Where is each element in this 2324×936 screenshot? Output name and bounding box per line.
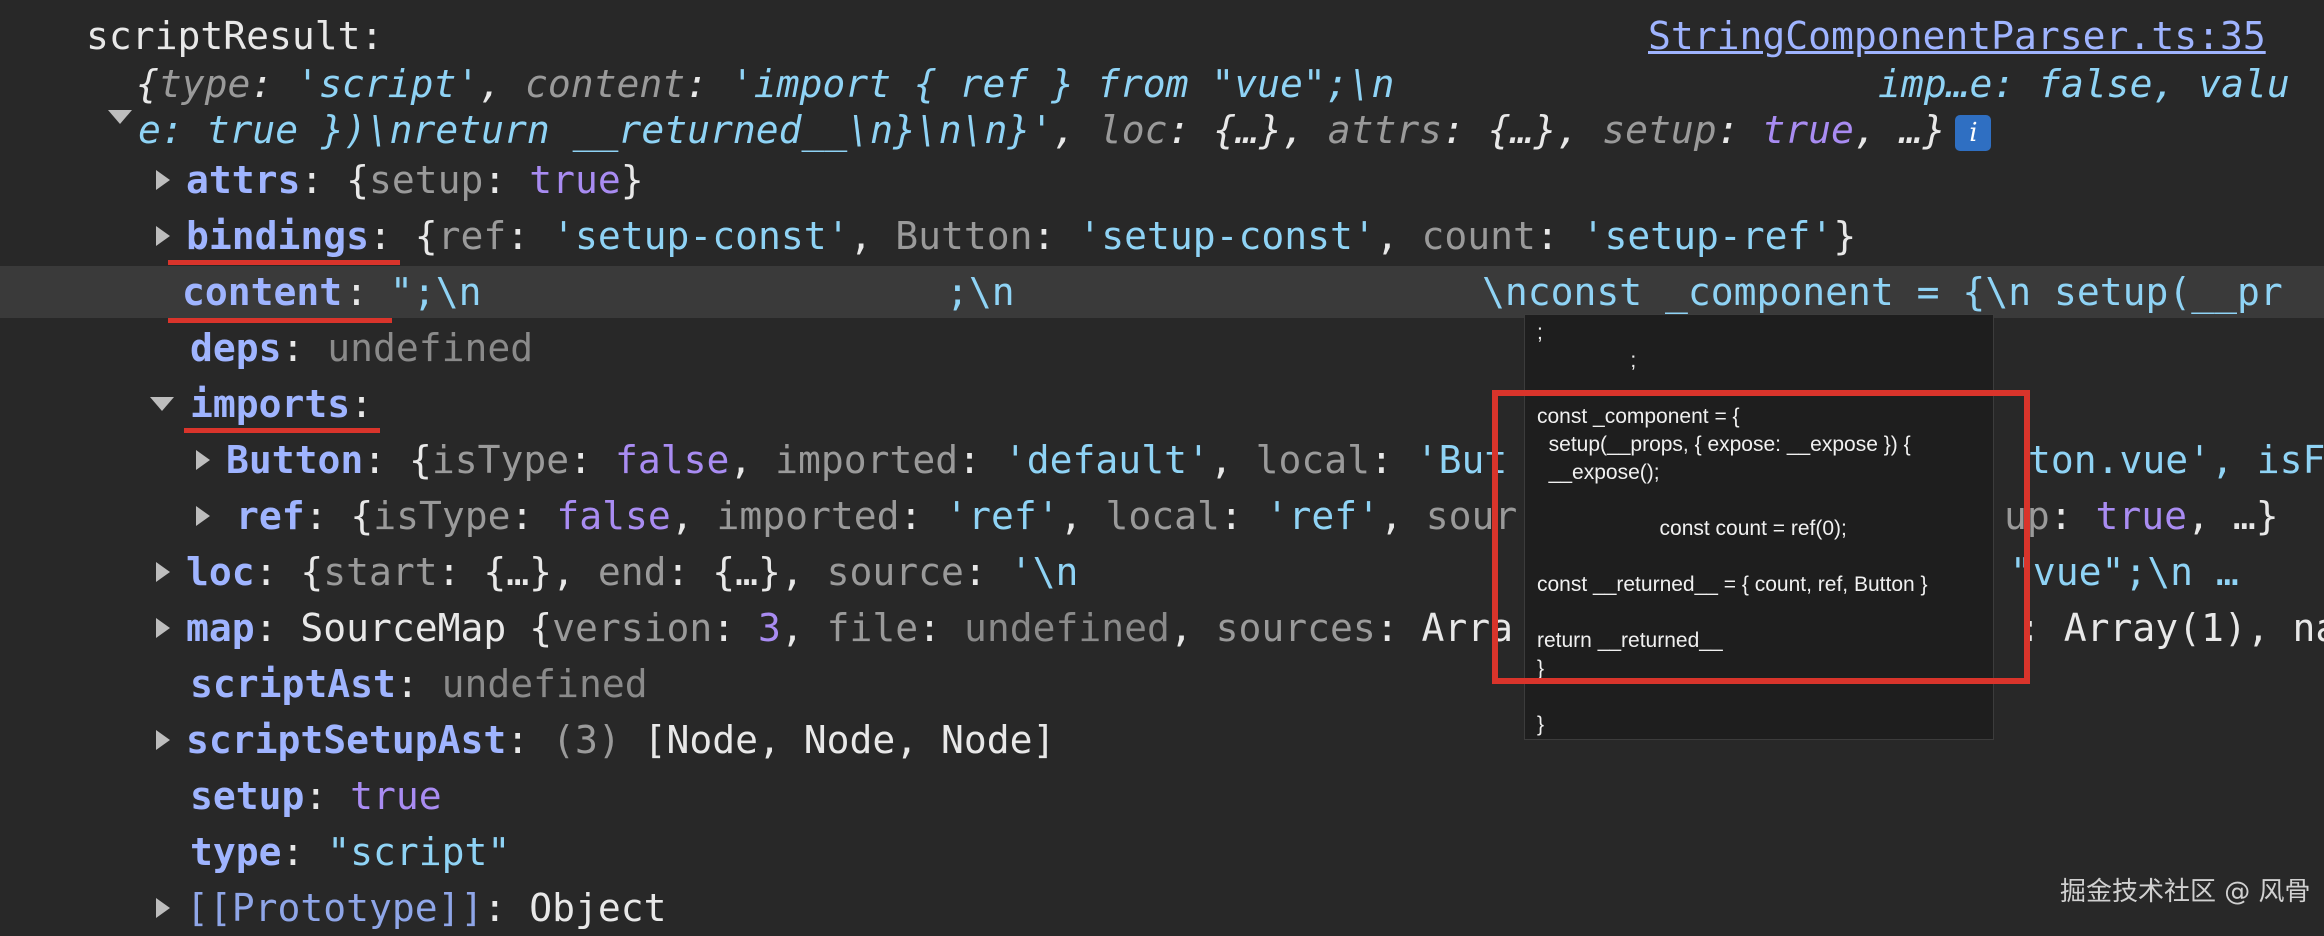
collapse-triangle-icon[interactable] [150,396,174,411]
preview-line-2[interactable]: e: true })\nreturn __returned__\n}\n\n}'… [0,102,2324,158]
prop-row-bindings[interactable]: bindings: {ref: 'setup-const', Button: '… [0,208,2324,264]
tooltip-line: ; [1537,349,1637,372]
tooltip-line: ; [1537,321,1543,344]
expand-triangle-icon[interactable] [156,617,170,638]
watermark: 掘金技术社区 @ 风骨 [2060,877,2311,907]
expand-triangle-icon[interactable] [196,505,210,526]
object-title: scriptResult: [86,14,384,58]
expand-triangle-icon[interactable] [156,729,170,750]
prop-row-setup[interactable]: setup: true [0,768,2324,824]
expand-triangle-icon[interactable] [156,225,170,246]
prop-row-attrs[interactable]: attrs: {setup: true} [0,152,2324,208]
expand-triangle-icon[interactable] [156,169,170,190]
prop-row-type[interactable]: type: "script" [0,824,2324,880]
tooltip-line: } [1537,713,1545,736]
expand-triangle-icon[interactable] [156,897,170,918]
expand-triangle-icon[interactable] [108,110,132,124]
info-icon[interactable]: i [1955,114,1992,151]
expand-triangle-icon[interactable] [196,449,210,470]
prop-row-prototype[interactable]: [[Prototype]]: Object [0,880,2324,936]
red-annotation-box [1492,390,2030,684]
expand-triangle-icon[interactable] [156,561,170,582]
prop-row-content[interactable]: content: ";\n ;\n \nconst _component = {… [0,264,2324,320]
